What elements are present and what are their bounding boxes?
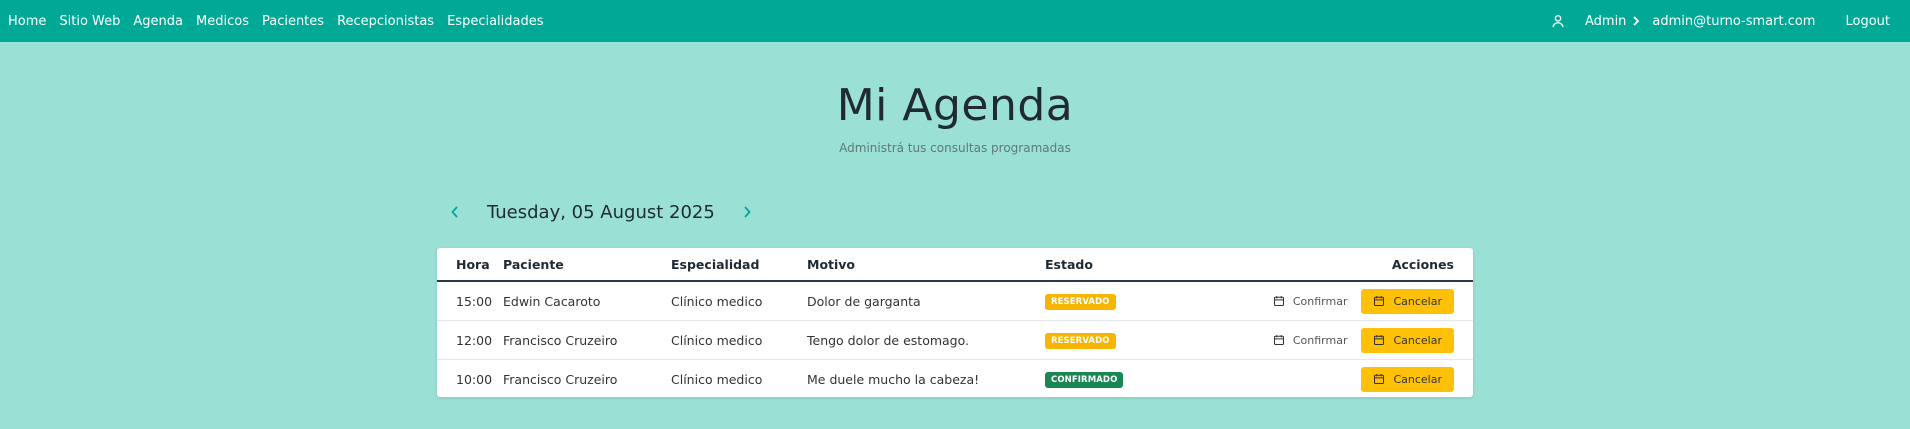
- nav-especialidades-link[interactable]: Especialidades: [447, 14, 549, 29]
- cell-paciente: Francisco Cruzeiro: [503, 320, 671, 360]
- nav-links: Home Sitio Web Agenda Medicos Pacientes …: [8, 14, 557, 29]
- user-icon: [1551, 14, 1575, 28]
- cancel-button[interactable]: Cancelar: [1361, 327, 1454, 353]
- col-motivo: Motivo: [807, 248, 1045, 282]
- cell-hora: 15:00: [437, 281, 503, 321]
- cell-acciones: Confirmar Cancelar: [1205, 281, 1473, 321]
- cell-especialidad: Clínico medico: [671, 371, 763, 387]
- nav-agenda-link[interactable]: Agenda: [133, 14, 189, 29]
- calendar-icon: [1273, 335, 1284, 346]
- cell-acciones: Confirmar Cancelar: [1205, 320, 1473, 360]
- calendar-icon: [1273, 296, 1284, 307]
- user-name: Admin: [1584, 13, 1627, 29]
- status-badge: CONFIRMADO: [1045, 372, 1124, 388]
- user-email: admin@turno-smart.com: [1652, 13, 1816, 29]
- table-row: 15:00 Edwin Cacaroto Clínico medico Dolo…: [437, 281, 1473, 321]
- status-badge: RESERVADO: [1045, 333, 1116, 349]
- appointments-card: Hora Paciente Especialidad Motivo Estado…: [437, 248, 1473, 397]
- date-navigator: Tuesday, 05 August 2025: [437, 196, 765, 228]
- nav-medicos-link[interactable]: Medicos: [196, 14, 255, 29]
- current-date: Tuesday, 05 August 2025: [487, 201, 715, 223]
- page-subtitle: Administrá tus consultas programadas: [839, 141, 1071, 155]
- nav-home-link[interactable]: Home: [8, 14, 52, 29]
- prev-day-button[interactable]: [437, 196, 473, 228]
- nav-sitio-web-link[interactable]: Sitio Web: [59, 14, 126, 29]
- confirm-button[interactable]: Confirmar: [1269, 291, 1352, 312]
- calendar-icon: [1374, 296, 1385, 307]
- nav-pacientes-link[interactable]: Pacientes: [262, 14, 330, 29]
- table-row: 10:00 Francisco Cruzeiro Clínico medico …: [437, 360, 1473, 398]
- status-badge: RESERVADO: [1045, 294, 1116, 310]
- cancel-button[interactable]: Cancelar: [1361, 288, 1454, 314]
- cell-hora: 10:00: [456, 371, 493, 387]
- cancel-label: Cancelar: [1393, 333, 1442, 347]
- row-actions: Cancelar: [1205, 366, 1454, 392]
- cancel-label: Cancelar: [1393, 372, 1442, 386]
- calendar-icon: [1374, 374, 1385, 385]
- nav-right: Admin admin@turno-smart.com Logout: [1551, 14, 1902, 29]
- chevron-right-icon: [744, 206, 751, 218]
- cell-motivo: Me duele mucho la cabeza!: [807, 371, 980, 387]
- cell-acciones: Cancelar: [1205, 360, 1473, 398]
- cell-estado: CONFIRMADO: [1045, 360, 1205, 398]
- cell-estado: RESERVADO: [1045, 320, 1205, 360]
- cell-estado: RESERVADO: [1045, 281, 1205, 321]
- chevron-right-icon: [1632, 16, 1650, 26]
- cell-hora: 12:00: [437, 320, 503, 360]
- col-especialidad: Especialidad: [671, 248, 807, 282]
- top-navbar: Home Sitio Web Agenda Medicos Pacientes …: [0, 0, 1910, 42]
- appointments-table: Hora Paciente Especialidad Motivo Estado…: [437, 248, 1473, 397]
- next-day-button[interactable]: [729, 196, 765, 228]
- row-actions: Confirmar Cancelar: [1205, 288, 1454, 314]
- table-header-row: Hora Paciente Especialidad Motivo Estado…: [437, 248, 1473, 282]
- cell-motivo: Dolor de garganta: [807, 281, 1045, 321]
- cancel-label: Cancelar: [1393, 294, 1442, 308]
- cell-especialidad: Clínico medico: [671, 320, 807, 360]
- user-menu[interactable]: Admin admin@turno-smart.com: [1551, 13, 1816, 29]
- col-paciente: Paciente: [503, 248, 671, 282]
- cell-especialidad: Clínico medico: [671, 281, 807, 321]
- cell-paciente: Edwin Cacaroto: [503, 281, 671, 321]
- cancel-button[interactable]: Cancelar: [1361, 366, 1454, 392]
- row-actions: Confirmar Cancelar: [1205, 327, 1454, 353]
- chevron-left-icon: [451, 206, 458, 218]
- page-header: Mi Agenda Administrá tus consultas progr…: [0, 42, 1910, 155]
- table-row: 12:00 Francisco Cruzeiro Clínico medico …: [437, 320, 1473, 360]
- calendar-icon: [1374, 335, 1385, 346]
- confirm-button[interactable]: Confirmar: [1269, 330, 1352, 351]
- col-acciones: Acciones: [1205, 248, 1473, 282]
- logout-link[interactable]: Logout: [1845, 14, 1890, 29]
- col-hora: Hora: [437, 248, 503, 282]
- col-estado: Estado: [1045, 248, 1205, 282]
- cell-motivo: Tengo dolor de estomago.: [807, 320, 1045, 360]
- confirm-label: Confirmar: [1292, 333, 1348, 347]
- page-title: Mi Agenda: [836, 80, 1074, 131]
- nav-recepcionistas-link[interactable]: Recepcionistas: [337, 14, 440, 29]
- confirm-label: Confirmar: [1292, 294, 1348, 308]
- cell-paciente: Francisco Cruzeiro: [503, 371, 618, 387]
